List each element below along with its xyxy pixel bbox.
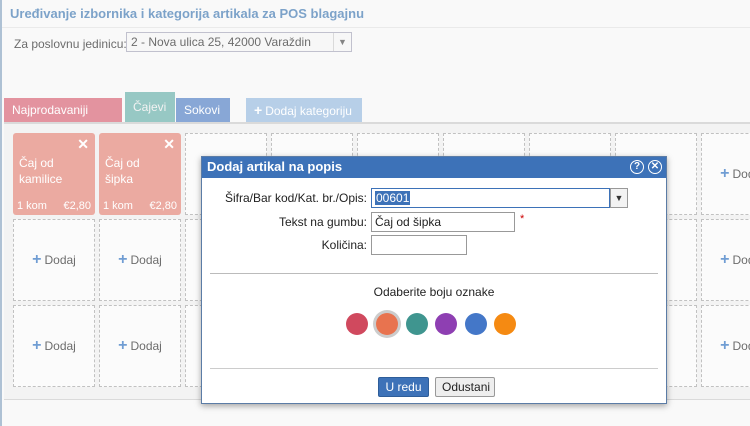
dialog-title: Dodaj artikal na popis (207, 159, 343, 174)
color-swatch-amber[interactable] (494, 313, 516, 335)
cancel-button[interactable]: Odustani (435, 377, 495, 397)
quantity-input[interactable] (371, 235, 467, 255)
color-swatch-teal[interactable] (406, 313, 428, 335)
color-picker-title: Odaberite boju oznake (373, 285, 495, 299)
code-value: 00601 (375, 191, 411, 205)
color-swatch-red[interactable] (346, 313, 368, 335)
code-input[interactable]: 00601 (371, 188, 610, 208)
dialog-footer-divider (210, 368, 658, 369)
dialog-header: Dodaj artikal na popis ? ✕ (202, 157, 666, 178)
dialog-divider (210, 273, 658, 274)
quantity-label: Količina: (321, 238, 367, 252)
button-text-label: Tekst na gumbu: (278, 215, 367, 229)
color-swatch-orange-selected[interactable] (376, 313, 398, 335)
code-label: Šifra/Bar kod/Kat. br./Opis: (224, 191, 367, 205)
help-icon[interactable]: ? (630, 160, 644, 174)
required-marker: * (520, 213, 525, 225)
close-icon[interactable]: ✕ (648, 160, 662, 174)
add-item-dialog: Dodaj artikal na popis ? ✕ Šifra/Bar kod… (201, 156, 667, 404)
chevron-down-icon[interactable]: ▼ (610, 188, 628, 208)
ok-button[interactable]: U redu (378, 377, 429, 397)
color-swatch-purple[interactable] (435, 313, 457, 335)
color-swatch-blue[interactable] (465, 313, 487, 335)
button-text-input[interactable]: Čaj od šipka (371, 212, 515, 232)
